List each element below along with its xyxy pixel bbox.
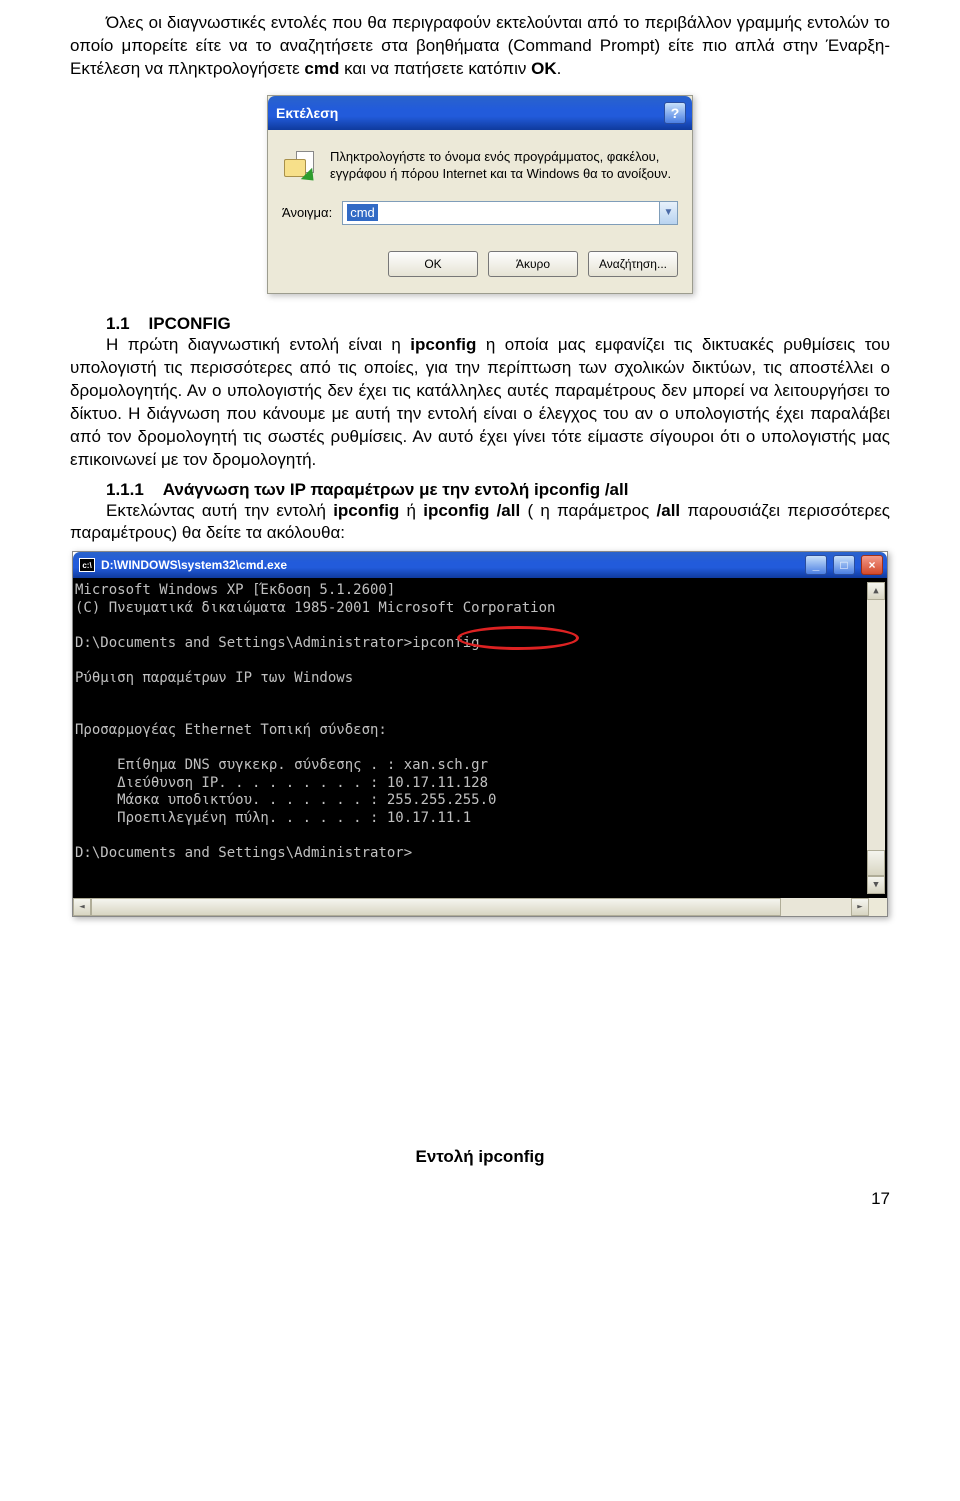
cmd-line-2: (C) Πνευματικά δικαιώματα 1985-2001 Micr…	[75, 600, 555, 616]
cmd-dns: Επίθημα DNS συγκεκρ. σύνδεσης . : xan.sc…	[75, 757, 488, 773]
scroll-down-icon[interactable]: ▼	[867, 876, 885, 894]
horizontal-scrollbar[interactable]: ◄ ►	[73, 898, 887, 916]
close-button[interactable]: ×	[861, 555, 883, 575]
intro-paragraph: Όλες οι διαγνωστικές εντολές που θα περι…	[70, 12, 890, 81]
ipconfig-paragraph: Η πρώτη διαγνωστική εντολή είναι η ipcon…	[70, 334, 890, 472]
cmd-ip: Διεύθυνση IP. . . . . . . . . : 10.17.11…	[75, 775, 488, 791]
scroll-up-icon[interactable]: ▲	[867, 582, 885, 600]
cmd-prompt-2: D:\Documents and Settings\Administrator>	[75, 845, 412, 861]
body-2b: ή	[399, 501, 423, 520]
cmd-heading: Ρύθμιση παραμέτρων IP των Windows	[75, 670, 353, 686]
help-button[interactable]: ?	[664, 102, 686, 124]
body-2a: Εκτελώντας αυτή την εντολή	[106, 501, 333, 520]
hscroll-thumb[interactable]	[91, 898, 781, 916]
run-dialog: Εκτέλεση ? Πληκτρολογήστε το όνομα ενός …	[267, 95, 693, 294]
cmd-gateway: Προεπιλεγμένη πύλη. . . . . . : 10.17.11…	[75, 810, 471, 826]
scroll-corner	[869, 898, 887, 916]
scroll-right-icon[interactable]: ►	[851, 898, 869, 916]
subsection-heading: 1.1.1 Ανάγνωση των IP παραμέτρων με την …	[106, 480, 890, 500]
body-1a: Η πρώτη διαγνωστική εντολή είναι η	[106, 335, 410, 354]
intro-text-c: .	[557, 59, 562, 78]
scroll-left-icon[interactable]: ◄	[73, 898, 91, 916]
run-body: Πληκτρολογήστε το όνομα ενός προγράμματο…	[268, 130, 692, 293]
page-number: 17	[70, 1189, 890, 1209]
cmd-title-text: D:\WINDOWS\system32\cmd.exe	[101, 558, 799, 572]
cmd-text: Microsoft Windows XP [Έκδοση 5.1.2600] (…	[75, 582, 867, 894]
body-2c: ( η παράμετρος	[520, 501, 656, 520]
cmd-word: cmd	[304, 59, 339, 78]
chevron-down-icon[interactable]: ▼	[659, 202, 677, 224]
cmd-adapter: Προσαρμογέας Ethernet Τοπική σύνδεση:	[75, 722, 387, 738]
open-value: cmd	[347, 204, 378, 221]
subsection-title: Ανάγνωση των IP παραμέτρων με την εντολή…	[163, 480, 629, 499]
ipconfig-word-2: ipconfig	[333, 501, 399, 520]
run-description: Πληκτρολογήστε το όνομα ενός προγράμματο…	[330, 148, 678, 183]
run-title-text: Εκτέλεση	[276, 105, 338, 121]
scroll-track[interactable]	[867, 600, 885, 850]
ok-word: OK	[531, 59, 557, 78]
subsection-number: 1.1.1	[106, 480, 144, 499]
cmd-output: Microsoft Windows XP [Έκδοση 5.1.2600] (…	[73, 578, 887, 898]
document-page: Όλες οι διαγνωστικές εντολές που θα περι…	[0, 0, 960, 1229]
scroll-thumb[interactable]	[867, 850, 885, 876]
ok-button[interactable]: OK	[388, 251, 478, 277]
body-1b: η οποία μας εμφανίζει τις δικτυακές ρυθμ…	[70, 335, 890, 469]
section-title: IPCONFIG	[149, 314, 231, 333]
cmd-icon: c:\	[79, 558, 95, 572]
section-number: 1.1	[106, 314, 130, 333]
maximize-button[interactable]: □	[833, 555, 855, 575]
ipconfig-all-paragraph: Εκτελώντας αυτή την εντολή ipconfig ή ip…	[70, 500, 890, 546]
open-combobox[interactable]: cmd ▼	[342, 201, 678, 225]
run-titlebar: Εκτέλεση ?	[268, 96, 692, 130]
cmd-mask: Μάσκα υποδικτύου. . . . . . . : 255.255.…	[75, 792, 496, 808]
open-label: Άνοιγμα:	[282, 205, 332, 220]
figure-caption: Εντολή ipconfig	[70, 1147, 890, 1167]
minimize-button[interactable]: _	[805, 555, 827, 575]
cancel-button[interactable]: Άκυρο	[488, 251, 578, 277]
cmd-window: c:\ D:\WINDOWS\system32\cmd.exe _ □ × Mi…	[72, 551, 888, 917]
ipconfig-word: ipconfig	[410, 335, 476, 354]
cmd-titlebar: c:\ D:\WINDOWS\system32\cmd.exe _ □ ×	[73, 552, 887, 578]
browse-button[interactable]: Αναζήτηση...	[588, 251, 678, 277]
section-heading: 1.1 IPCONFIG	[106, 314, 890, 334]
cmd-line-1: Microsoft Windows XP [Έκδοση 5.1.2600]	[75, 582, 395, 598]
vertical-scrollbar[interactable]: ▲ ▼	[867, 582, 885, 894]
run-icon	[282, 151, 318, 181]
cmd-prompt-1: D:\Documents and Settings\Administrator>…	[75, 635, 480, 651]
intro-text-b: και να πατήσετε κατόπιν	[339, 59, 531, 78]
ipconfig-all-word: ipconfig /all	[423, 501, 520, 520]
all-flag-word: /all	[657, 501, 681, 520]
